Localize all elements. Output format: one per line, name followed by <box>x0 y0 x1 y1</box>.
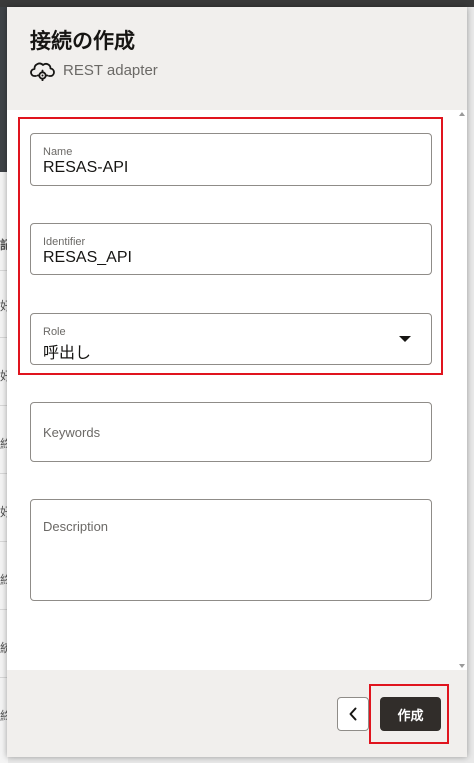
drawer-header: 接続の作成 REST adapter <box>7 7 467 110</box>
name-field[interactable]: Name RESAS-API <box>30 133 432 186</box>
identifier-field[interactable]: Identifier RESAS_API <box>30 223 432 275</box>
page-title: 接続の作成 <box>30 30 135 53</box>
create-button[interactable]: 作成 <box>380 697 441 731</box>
adapter-name: REST adapter <box>63 61 158 79</box>
identifier-label: Identifier <box>43 236 86 248</box>
cloud-gear-icon <box>30 62 55 81</box>
name-label: Name <box>43 146 73 158</box>
chevron-left-icon <box>349 707 357 721</box>
keywords-field[interactable]: Keywords <box>30 402 432 462</box>
role-label: Role <box>43 326 66 338</box>
scroll-up-arrow[interactable] <box>459 112 465 116</box>
drawer-footer: 作成 <box>7 670 467 757</box>
create-connection-drawer: 接続の作成 REST adapter Name RESAS-API Identi… <box>7 7 467 757</box>
background-top-bar <box>0 0 474 7</box>
identifier-input[interactable]: RESAS_API <box>43 249 132 267</box>
role-value: 呼出し <box>43 345 92 362</box>
description-placeholder: Description <box>43 519 109 534</box>
adapter-subtitle: REST adapter <box>30 58 158 82</box>
caret-down-icon[interactable] <box>399 336 411 342</box>
name-input[interactable]: RESAS-API <box>43 159 128 177</box>
back-button[interactable] <box>337 697 369 731</box>
role-select[interactable]: Role 呼出し <box>30 313 432 365</box>
description-field[interactable]: Description <box>30 499 432 601</box>
scrollbar[interactable] <box>459 110 465 670</box>
scroll-down-arrow[interactable] <box>459 664 465 668</box>
keywords-placeholder: Keywords <box>43 425 101 440</box>
